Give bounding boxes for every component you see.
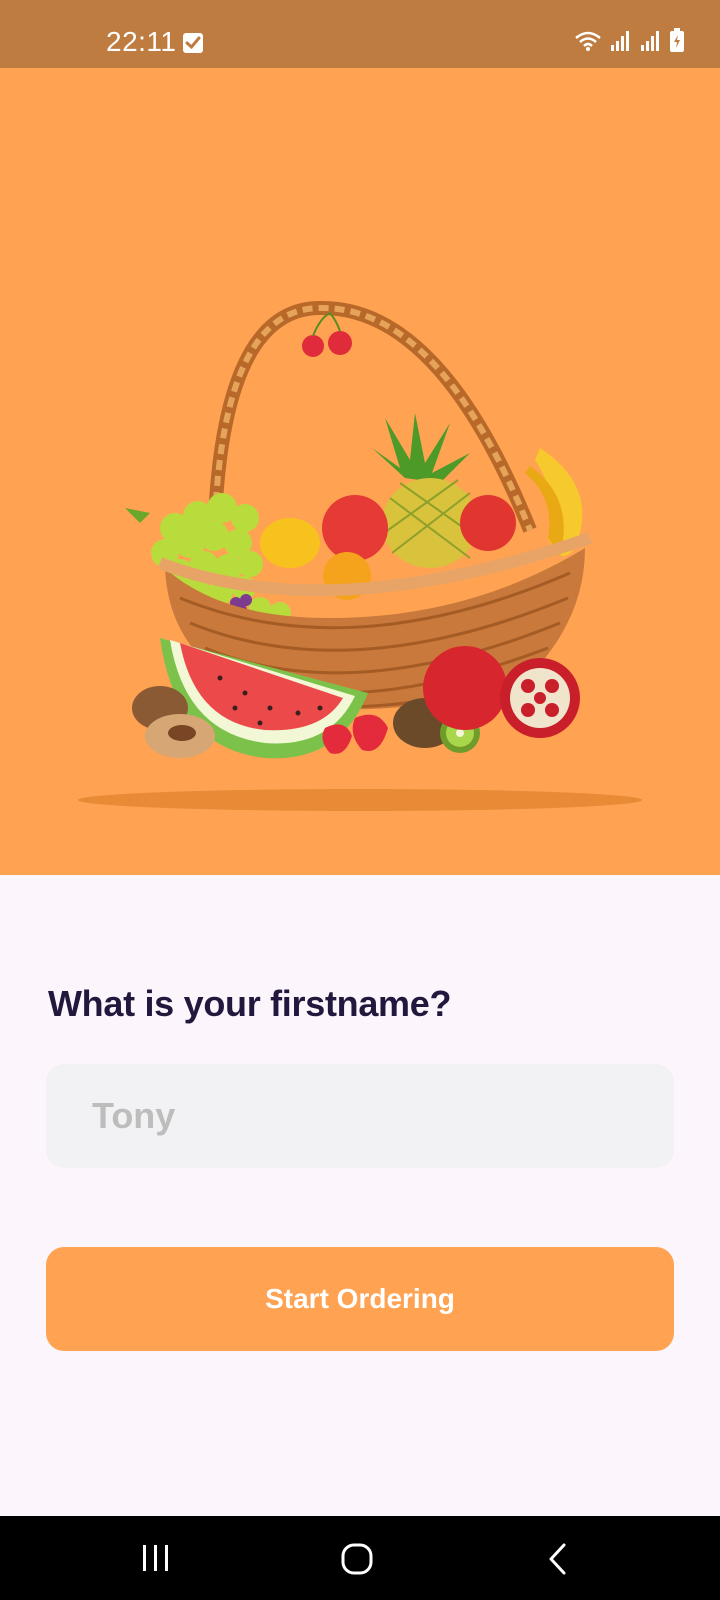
back-icon[interactable] bbox=[546, 1542, 570, 1581]
hero-banner bbox=[0, 68, 720, 875]
system-nav-bar bbox=[0, 1516, 720, 1600]
fruit-basket-illustration bbox=[78, 300, 642, 811]
home-icon[interactable] bbox=[340, 1542, 374, 1581]
firstname-input[interactable] bbox=[46, 1064, 674, 1168]
signal-icon bbox=[610, 30, 632, 52]
battery-charging-icon bbox=[670, 28, 684, 52]
name-form: What is your firstname? Start Ordering bbox=[0, 875, 720, 1516]
check-icon bbox=[183, 33, 203, 53]
status-time: 22:11 bbox=[106, 26, 177, 57]
status-bar: 22:11 bbox=[0, 0, 720, 68]
status-icons bbox=[574, 28, 684, 52]
signal-icon bbox=[640, 30, 662, 52]
start-ordering-button[interactable]: Start Ordering bbox=[46, 1247, 674, 1351]
wifi-icon bbox=[574, 30, 602, 52]
name-question: What is your firstname? bbox=[48, 983, 452, 1024]
recent-apps-icon[interactable] bbox=[140, 1542, 172, 1579]
